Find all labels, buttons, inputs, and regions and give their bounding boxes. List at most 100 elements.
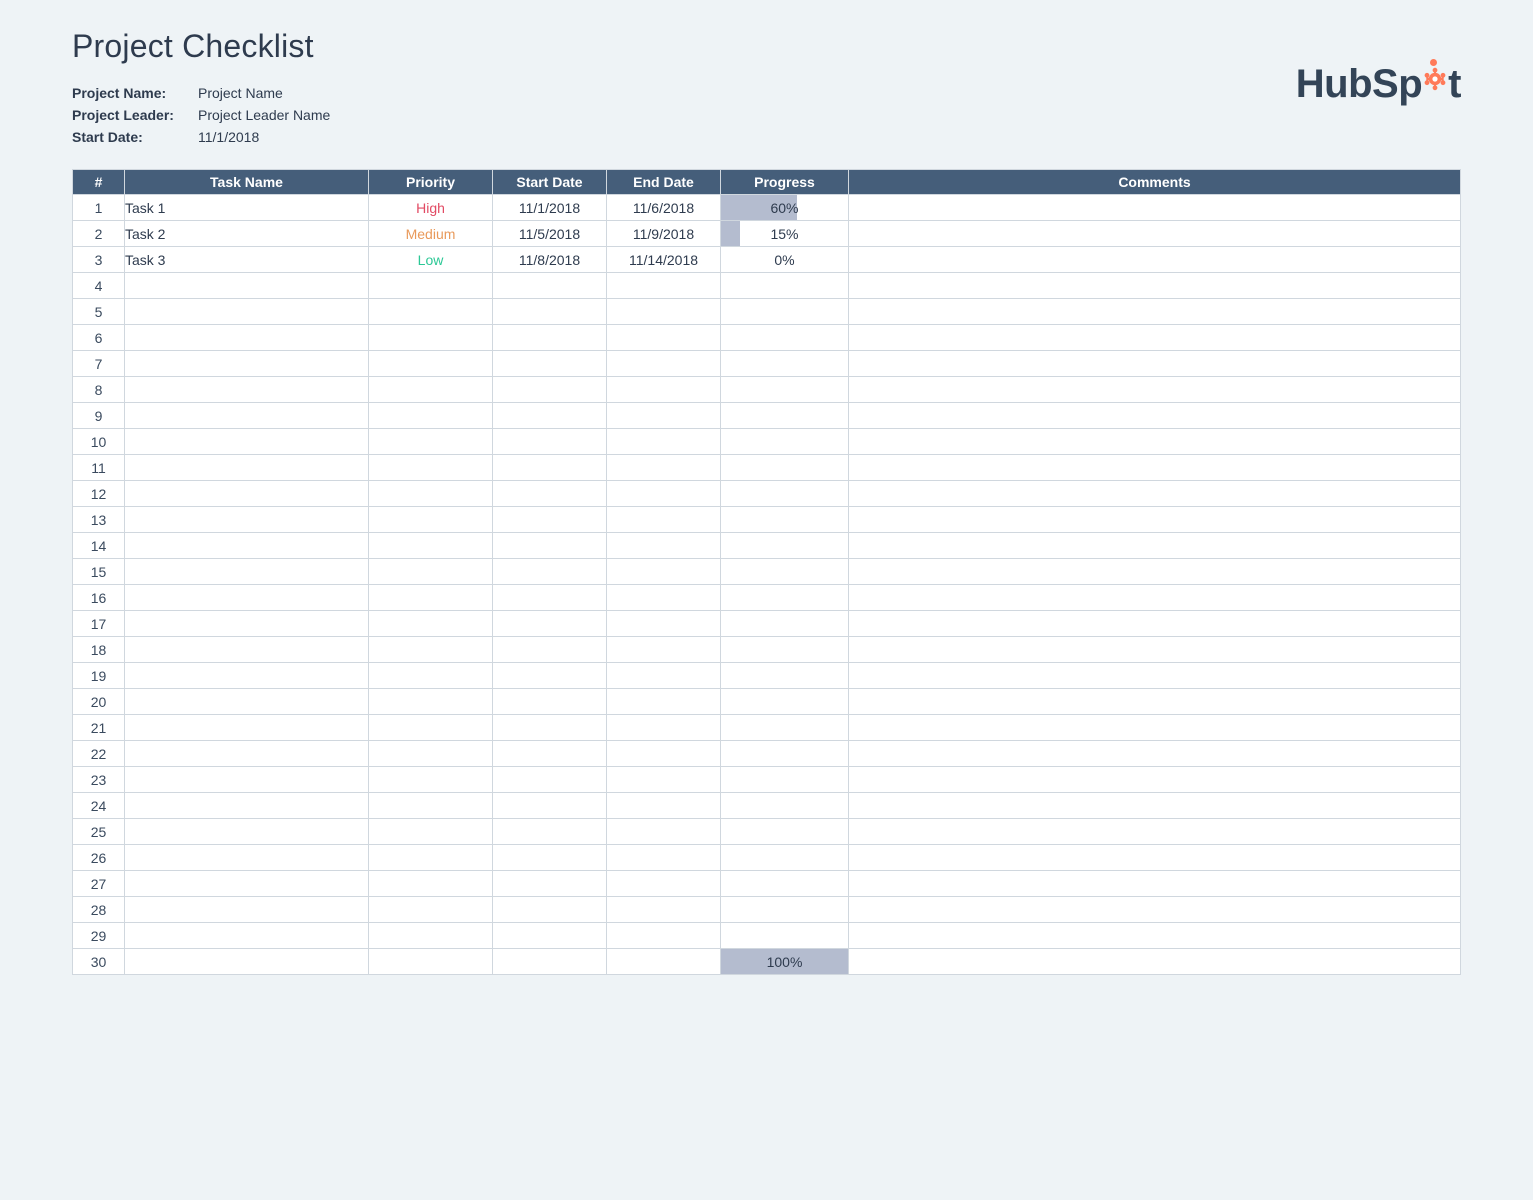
cell-end-date[interactable] bbox=[607, 325, 721, 351]
cell-priority[interactable] bbox=[369, 741, 493, 767]
cell-start-date[interactable] bbox=[493, 923, 607, 949]
cell-comments[interactable] bbox=[849, 585, 1461, 611]
cell-progress[interactable] bbox=[721, 559, 849, 585]
cell-start-date[interactable] bbox=[493, 793, 607, 819]
cell-progress[interactable] bbox=[721, 585, 849, 611]
cell-priority[interactable] bbox=[369, 819, 493, 845]
cell-start-date[interactable] bbox=[493, 481, 607, 507]
cell-start-date[interactable] bbox=[493, 507, 607, 533]
cell-task-name[interactable]: Task 3 bbox=[125, 247, 369, 273]
cell-task-name[interactable] bbox=[125, 637, 369, 663]
cell-progress[interactable] bbox=[721, 273, 849, 299]
cell-task-name[interactable] bbox=[125, 793, 369, 819]
cell-progress[interactable] bbox=[721, 637, 849, 663]
cell-progress[interactable] bbox=[721, 741, 849, 767]
cell-start-date[interactable] bbox=[493, 585, 607, 611]
cell-progress[interactable]: 15% bbox=[721, 221, 849, 247]
cell-task-name[interactable] bbox=[125, 351, 369, 377]
cell-start-date[interactable] bbox=[493, 403, 607, 429]
cell-comments[interactable] bbox=[849, 455, 1461, 481]
cell-task-name[interactable] bbox=[125, 611, 369, 637]
cell-end-date[interactable] bbox=[607, 871, 721, 897]
cell-priority[interactable] bbox=[369, 533, 493, 559]
cell-comments[interactable] bbox=[849, 299, 1461, 325]
cell-progress[interactable] bbox=[721, 793, 849, 819]
cell-task-name[interactable] bbox=[125, 715, 369, 741]
cell-end-date[interactable] bbox=[607, 429, 721, 455]
cell-task-name[interactable] bbox=[125, 845, 369, 871]
cell-end-date[interactable] bbox=[607, 845, 721, 871]
cell-task-name[interactable] bbox=[125, 871, 369, 897]
cell-priority[interactable] bbox=[369, 351, 493, 377]
cell-task-name[interactable] bbox=[125, 429, 369, 455]
cell-start-date[interactable] bbox=[493, 429, 607, 455]
cell-start-date[interactable]: 11/1/2018 bbox=[493, 195, 607, 221]
cell-start-date[interactable] bbox=[493, 715, 607, 741]
cell-priority[interactable] bbox=[369, 689, 493, 715]
cell-priority[interactable] bbox=[369, 455, 493, 481]
cell-comments[interactable] bbox=[849, 767, 1461, 793]
cell-end-date[interactable]: 11/14/2018 bbox=[607, 247, 721, 273]
cell-task-name[interactable] bbox=[125, 299, 369, 325]
cell-start-date[interactable] bbox=[493, 819, 607, 845]
cell-priority[interactable] bbox=[369, 793, 493, 819]
cell-progress[interactable] bbox=[721, 767, 849, 793]
cell-end-date[interactable] bbox=[607, 949, 721, 975]
cell-priority[interactable] bbox=[369, 845, 493, 871]
cell-start-date[interactable] bbox=[493, 377, 607, 403]
cell-task-name[interactable] bbox=[125, 507, 369, 533]
cell-task-name[interactable] bbox=[125, 481, 369, 507]
cell-start-date[interactable] bbox=[493, 897, 607, 923]
cell-progress[interactable] bbox=[721, 715, 849, 741]
cell-priority[interactable]: High bbox=[369, 195, 493, 221]
cell-start-date[interactable]: 11/5/2018 bbox=[493, 221, 607, 247]
cell-progress[interactable]: 0% bbox=[721, 247, 849, 273]
cell-comments[interactable] bbox=[849, 689, 1461, 715]
cell-start-date[interactable] bbox=[493, 637, 607, 663]
cell-priority[interactable] bbox=[369, 429, 493, 455]
cell-comments[interactable] bbox=[849, 715, 1461, 741]
cell-start-date[interactable] bbox=[493, 845, 607, 871]
cell-end-date[interactable] bbox=[607, 533, 721, 559]
cell-priority[interactable] bbox=[369, 897, 493, 923]
cell-progress[interactable] bbox=[721, 689, 849, 715]
cell-task-name[interactable] bbox=[125, 923, 369, 949]
cell-end-date[interactable] bbox=[607, 351, 721, 377]
cell-priority[interactable]: Low bbox=[369, 247, 493, 273]
cell-end-date[interactable]: 11/9/2018 bbox=[607, 221, 721, 247]
cell-progress[interactable] bbox=[721, 429, 849, 455]
cell-progress[interactable] bbox=[721, 351, 849, 377]
cell-progress[interactable] bbox=[721, 611, 849, 637]
cell-priority[interactable] bbox=[369, 871, 493, 897]
cell-task-name[interactable] bbox=[125, 273, 369, 299]
cell-task-name[interactable] bbox=[125, 559, 369, 585]
cell-priority[interactable] bbox=[369, 611, 493, 637]
cell-progress[interactable]: 100% bbox=[721, 949, 849, 975]
cell-comments[interactable] bbox=[849, 507, 1461, 533]
cell-task-name[interactable]: Task 1 bbox=[125, 195, 369, 221]
cell-end-date[interactable] bbox=[607, 663, 721, 689]
cell-task-name[interactable] bbox=[125, 377, 369, 403]
cell-start-date[interactable] bbox=[493, 741, 607, 767]
cell-task-name[interactable] bbox=[125, 949, 369, 975]
meta-leader-value[interactable]: Project Leader Name bbox=[198, 105, 330, 125]
cell-start-date[interactable] bbox=[493, 273, 607, 299]
cell-comments[interactable] bbox=[849, 273, 1461, 299]
cell-end-date[interactable] bbox=[607, 715, 721, 741]
cell-priority[interactable] bbox=[369, 507, 493, 533]
cell-end-date[interactable] bbox=[607, 767, 721, 793]
cell-comments[interactable] bbox=[849, 871, 1461, 897]
cell-end-date[interactable]: 11/6/2018 bbox=[607, 195, 721, 221]
cell-start-date[interactable] bbox=[493, 663, 607, 689]
cell-progress[interactable] bbox=[721, 871, 849, 897]
cell-progress[interactable] bbox=[721, 923, 849, 949]
cell-task-name[interactable] bbox=[125, 741, 369, 767]
cell-comments[interactable] bbox=[849, 637, 1461, 663]
cell-end-date[interactable] bbox=[607, 299, 721, 325]
cell-end-date[interactable] bbox=[607, 793, 721, 819]
cell-comments[interactable] bbox=[849, 611, 1461, 637]
cell-progress[interactable] bbox=[721, 377, 849, 403]
cell-task-name[interactable] bbox=[125, 325, 369, 351]
meta-name-value[interactable]: Project Name bbox=[198, 83, 330, 103]
cell-task-name[interactable] bbox=[125, 455, 369, 481]
